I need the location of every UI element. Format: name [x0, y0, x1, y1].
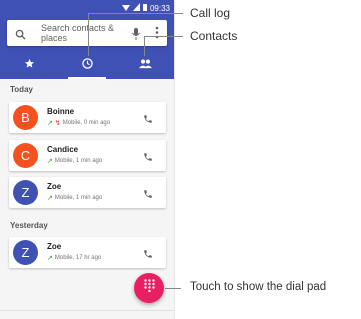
star-icon [24, 56, 35, 74]
outgoing-call-icon: ↗ [47, 120, 53, 127]
call-log-entry[interactable]: B Boinne ↗ ↯ Mobile, 0 min ago [9, 102, 166, 133]
call-detail-text: Mobile, 17 hr ago [54, 255, 102, 261]
contact-name: Zoe [47, 182, 62, 191]
phone-icon[interactable] [143, 111, 153, 129]
section-header-yesterday: Yesterday [10, 221, 48, 230]
tab-bar [0, 50, 174, 79]
status-time: 09:33 [149, 3, 170, 13]
call-detail-text: Mobile, 1 min ago [54, 158, 103, 164]
call-log-entry[interactable]: Z Zoe ↗ Mobile, 1 min ago [9, 177, 166, 208]
tab-contacts[interactable] [116, 50, 174, 79]
call-detail: ↗ Mobile, 1 min ago [47, 157, 102, 165]
tab-favorites[interactable] [0, 50, 58, 79]
outgoing-call-icon: ↗ [47, 255, 53, 262]
avatar: B [13, 105, 38, 130]
more-options-icon[interactable] [155, 26, 159, 44]
contact-name: Candice [47, 145, 79, 154]
people-icon [138, 56, 152, 74]
call-log-entry[interactable]: Z Zoe ↗ Mobile, 17 hr ago [9, 237, 166, 268]
phone-icon[interactable] [143, 246, 153, 264]
callout-line-contacts-horizontal [144, 36, 183, 37]
contact-name: Zoe [47, 242, 62, 251]
contact-name: Boinne [47, 107, 75, 116]
mic-icon[interactable] [132, 27, 140, 45]
clock-icon [81, 56, 93, 74]
phone-icon[interactable] [143, 186, 153, 204]
outgoing-call-icon: ↗ [47, 158, 53, 165]
call-detail-text: Mobile, 1 min ago [54, 195, 103, 201]
wifi-icon [121, 3, 130, 13]
call-log-entry[interactable]: C Candice ↗ Mobile, 1 min ago [9, 140, 166, 171]
callout-line-call-log-horizontal [88, 13, 183, 14]
status-bar: 09:33 [121, 3, 170, 13]
callout-contacts: Contacts [190, 29, 238, 43]
callout-line-dial-pad [165, 288, 181, 289]
search-icon [15, 27, 26, 45]
signal-icon [132, 3, 140, 13]
dialpad-icon [143, 279, 155, 297]
section-header-today: Today [10, 85, 33, 94]
avatar: C [13, 143, 38, 168]
navigation-bar [0, 310, 174, 319]
search-placeholder[interactable]: Search contacts & places [41, 23, 121, 43]
phone-icon[interactable] [143, 149, 153, 167]
call-detail: ↗ Mobile, 1 min ago [47, 194, 102, 202]
callout-line-call-log [88, 13, 89, 56]
callout-call-log: Call log [190, 6, 231, 20]
app-bar: 09:33 Search contacts & places [0, 0, 174, 79]
avatar: Z [13, 240, 38, 265]
outgoing-call-icon: ↗ [47, 195, 53, 202]
dial-pad-button[interactable] [134, 273, 164, 303]
avatar: Z [13, 180, 38, 205]
tab-call-log[interactable] [58, 50, 116, 79]
search-bar[interactable]: Search contacts & places [7, 20, 167, 46]
call-detail: ↗ ↯ Mobile, 0 min ago [47, 119, 110, 127]
call-detail: ↗ Mobile, 17 hr ago [47, 254, 101, 262]
callout-dial-pad: Touch to show the dial pad [190, 281, 327, 293]
callout-line-contacts [144, 36, 145, 56]
missed-call-icon: ↯ [54, 120, 61, 127]
battery-icon [142, 3, 147, 13]
call-detail-text: Mobile, 0 min ago [62, 120, 111, 126]
